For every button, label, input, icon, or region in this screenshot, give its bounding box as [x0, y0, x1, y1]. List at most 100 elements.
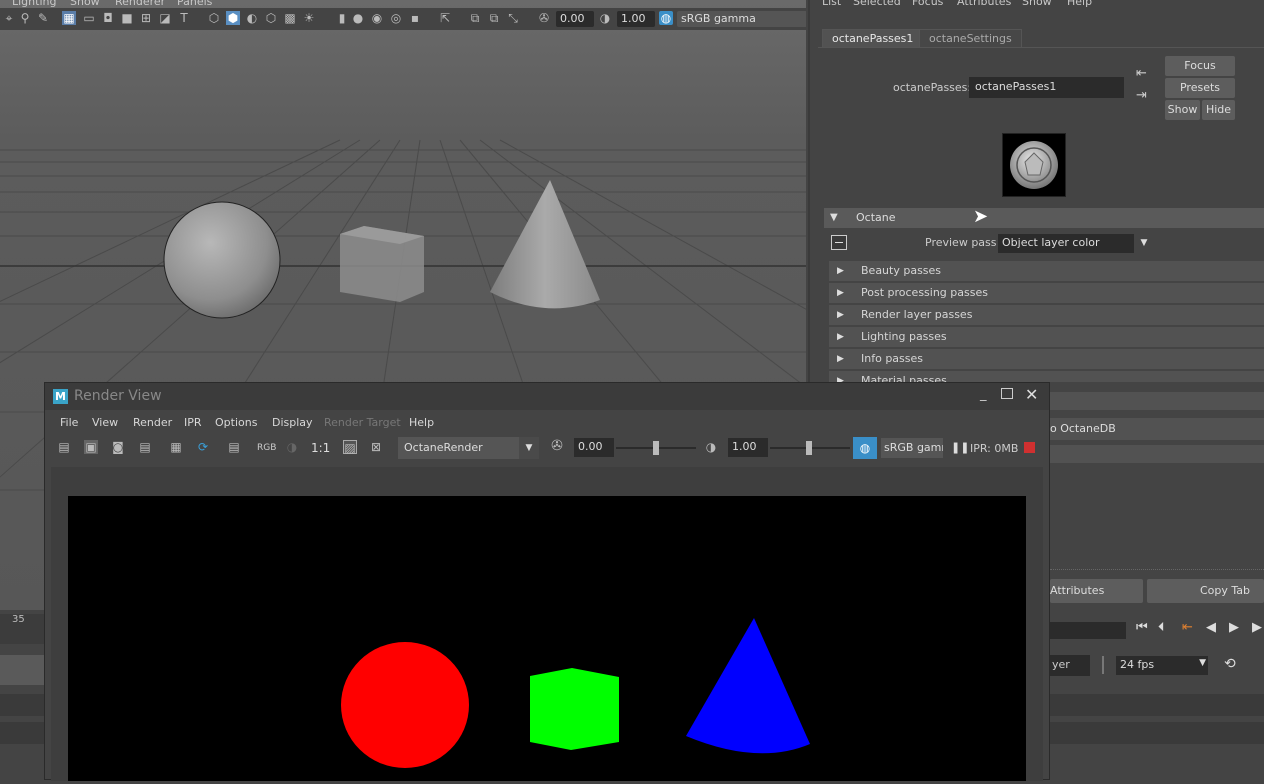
wireframe-on-shaded-icon[interactable]: ⬡	[264, 11, 278, 25]
rv-gamma-field[interactable]: 1.00	[728, 438, 768, 457]
rv-colorspace-field[interactable]: sRGB gamm	[881, 438, 943, 458]
tab-octanesettings[interactable]: octaneSettings	[919, 29, 1022, 47]
bookmark-icon[interactable]: ✎	[36, 11, 50, 25]
gamma-slider-handle[interactable]	[806, 441, 812, 455]
rv-menu-help[interactable]: Help	[409, 416, 434, 429]
section-lighting-passes[interactable]: ▶ Lighting passes	[829, 327, 1264, 347]
lock-camera-icon[interactable]: ⚲	[18, 11, 32, 25]
ae-menu-list[interactable]: List	[822, 0, 841, 8]
ae-menu-attributes[interactable]: Attributes	[957, 0, 1011, 8]
rv-exposure-field[interactable]: 0.00	[574, 438, 614, 457]
viewport-menu-lighting[interactable]: Lighting	[12, 0, 56, 8]
textured-icon[interactable]: ▩	[283, 11, 297, 25]
shadows-icon[interactable]: ▮	[335, 11, 349, 25]
collapse-all-icon[interactable]	[831, 235, 847, 250]
step-back-frame-icon[interactable]: ⇤	[1182, 620, 1193, 635]
octane-section-header[interactable]: ▼ Octane	[824, 208, 1264, 228]
real-size-button[interactable]: 1:1	[311, 441, 330, 455]
render-settings-icon[interactable]: ▤	[227, 440, 241, 454]
rv-menu-render[interactable]: Render	[133, 416, 172, 429]
tab-octanepasses1[interactable]: octanePasses1	[822, 29, 924, 47]
viewport-menu-show[interactable]: Show	[70, 0, 100, 8]
use-all-lights-icon[interactable]: ☀	[302, 11, 316, 25]
focus-button[interactable]: Focus	[1165, 56, 1235, 76]
focus-input-icon[interactable]: ⇤	[1136, 66, 1147, 81]
play-backwards-icon[interactable]: ◀	[1206, 620, 1216, 635]
grid-icon[interactable]: ▦	[62, 11, 76, 25]
film-gate-icon[interactable]: ▭	[82, 11, 96, 25]
gamma-icon[interactable]: ◑	[704, 440, 718, 454]
maximize-icon[interactable]	[1001, 388, 1013, 399]
rv-menu-options[interactable]: Options	[215, 416, 257, 429]
copy-tab-button[interactable]: Copy Tab	[1147, 579, 1264, 603]
render-view-titlebar[interactable]: M Render View _ ✕	[45, 383, 1049, 410]
snapshot-icon[interactable]: ◙	[111, 440, 125, 454]
anim-layer-field[interactable]: yer	[1050, 655, 1090, 676]
smooth-shade-icon[interactable]: ⬢	[226, 11, 240, 25]
viewport-sphere[interactable]	[163, 201, 281, 319]
loop-icon[interactable]: ⟲	[1224, 656, 1236, 672]
ae-menu-selected[interactable]: Selected	[853, 0, 901, 8]
minimize-icon[interactable]: _	[980, 387, 987, 402]
exposure-icon[interactable]: ✇	[537, 11, 551, 25]
gate-mask-icon[interactable]: ■	[120, 11, 134, 25]
xray-icon[interactable]: ⧉	[468, 11, 482, 25]
viewport-cone[interactable]	[490, 180, 600, 309]
motion-blur-icon[interactable]: ◉	[370, 11, 384, 25]
ae-menu-focus[interactable]: Focus	[912, 0, 943, 8]
rv-menu-display[interactable]: Display	[272, 416, 313, 429]
step-forward-icon[interactable]: ▶	[1252, 620, 1262, 635]
select-camera-icon[interactable]: ⌖	[2, 11, 16, 25]
resolution-gate-icon[interactable]: ◘	[101, 11, 115, 25]
node-name-field[interactable]: octanePasses1	[969, 77, 1124, 98]
presets-button[interactable]: Presets	[1165, 78, 1235, 98]
field-chart-icon[interactable]: ⊞	[139, 11, 153, 25]
section-render-layer-passes[interactable]: ▶ Render layer passes	[829, 305, 1264, 325]
go-to-start-icon[interactable]: ⏮	[1136, 620, 1148, 635]
viewport-colorspace-field[interactable]: sRGB gamma	[677, 11, 806, 27]
range-field[interactable]	[1050, 622, 1126, 639]
render-region-icon[interactable]: ▣	[84, 440, 98, 454]
color-management-icon[interactable]: ◍	[659, 11, 673, 25]
preview-pass-dropdown[interactable]: Object layer color ▼	[998, 234, 1154, 253]
xray-components-icon[interactable]: ⤡	[506, 11, 520, 25]
viewport-exposure-field[interactable]: 0.00	[556, 11, 594, 27]
renderer-dropdown[interactable]: OctaneRender ▼	[398, 437, 539, 459]
viewport-menu-panels[interactable]: Panels	[177, 0, 212, 8]
rv-menu-file[interactable]: File	[60, 416, 78, 429]
rv-menu-view[interactable]: View	[92, 416, 118, 429]
safe-action-icon[interactable]: ◪	[158, 11, 172, 25]
ambient-occlusion-icon[interactable]: ●	[351, 11, 365, 25]
attributes-button[interactable]: Attributes	[1050, 579, 1143, 603]
play-forwards-icon[interactable]: ▶	[1229, 620, 1239, 635]
depth-of-field-icon[interactable]: ▪	[408, 11, 422, 25]
rv-menu-ipr[interactable]: IPR	[184, 416, 202, 429]
close-icon[interactable]: ✕	[1025, 385, 1038, 404]
exposure-icon[interactable]: ✇	[550, 439, 564, 453]
antialiasing-icon[interactable]: ◎	[389, 11, 403, 25]
xray-joints-icon[interactable]: ⧉	[487, 11, 501, 25]
remove-image-icon[interactable]: ⊠	[369, 440, 383, 454]
section-material-passes[interactable]: ▶ Material passes	[829, 371, 1264, 382]
stop-render-icon[interactable]	[1024, 442, 1035, 453]
section-info-passes[interactable]: ▶ Info passes	[829, 349, 1264, 369]
step-back-key-icon[interactable]: ⏴	[1158, 620, 1165, 635]
ae-menu-show[interactable]: Show	[1022, 0, 1052, 8]
section-post-processing-passes[interactable]: ▶ Post processing passes	[829, 283, 1264, 303]
default-material-icon[interactable]: ◐	[245, 11, 259, 25]
ipr-render-icon[interactable]: ▦	[169, 440, 183, 454]
focus-output-icon[interactable]: ⇥	[1136, 88, 1147, 103]
fps-dropdown[interactable]: 24 fps ▼	[1116, 656, 1208, 675]
viewport-gamma-field[interactable]: 1.00	[617, 11, 655, 27]
color-management-icon[interactable]: ◍	[853, 437, 877, 459]
octanedb-button[interactable]: o OctaneDB	[1050, 418, 1264, 440]
wireframe-icon[interactable]: ⬡	[207, 11, 221, 25]
exposure-slider-handle[interactable]	[653, 441, 659, 455]
redo-render-icon[interactable]: ▤	[57, 440, 71, 454]
pause-icon[interactable]: ❚❚	[951, 441, 969, 454]
gamma-icon[interactable]: ◑	[598, 11, 612, 25]
rgb-channel-button[interactable]: RGB	[257, 443, 276, 453]
viewport-menu-renderer[interactable]: Renderer	[115, 0, 165, 8]
isolate-select-icon[interactable]: ⇱	[438, 11, 452, 25]
show-button[interactable]: Show	[1165, 100, 1200, 120]
